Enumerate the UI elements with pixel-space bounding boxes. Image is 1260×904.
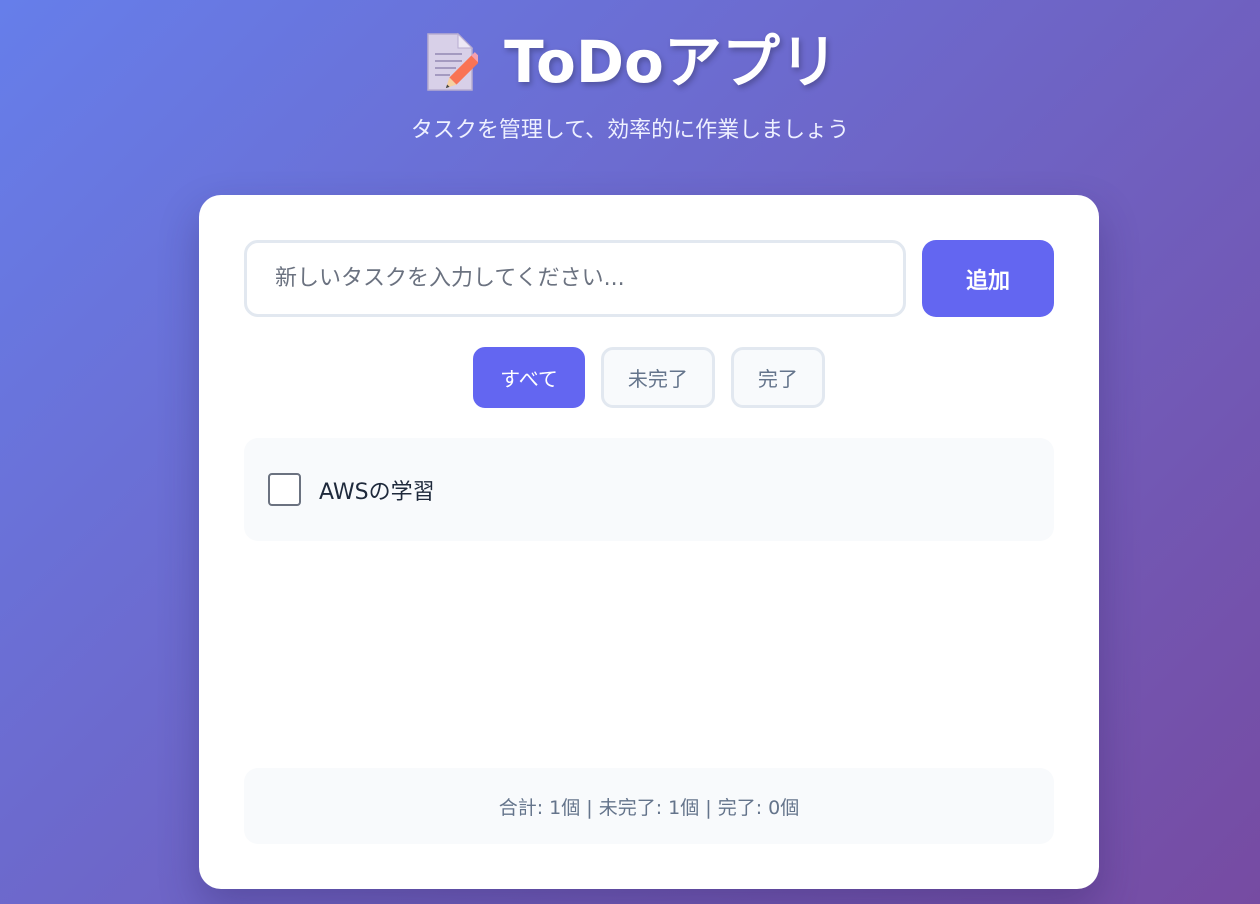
filter-incomplete-button[interactable]: 未完了 <box>600 347 715 408</box>
memo-icon <box>422 30 483 94</box>
filter-group: すべて 未完了 完了 <box>199 347 1099 408</box>
todo-checkbox[interactable] <box>268 473 301 506</box>
add-button[interactable]: 追加 <box>922 240 1054 317</box>
filter-completed-button[interactable]: 完了 <box>730 347 825 408</box>
todo-item: AWSの学習 <box>244 438 1054 541</box>
title-row: ToDoアプリ <box>0 24 1260 100</box>
todo-text: AWSの学習 <box>319 479 435 505</box>
task-input[interactable] <box>244 240 906 317</box>
stats-bar: 合計: 1個 | 未完了: 1個 | 完了: 0個 <box>244 768 1054 844</box>
page-title: ToDoアプリ <box>504 28 838 96</box>
todo-list: AWSの学習 <box>244 438 1054 541</box>
input-row: 追加 <box>244 240 1054 317</box>
filter-all-button[interactable]: すべて <box>473 347 585 408</box>
todo-card: 追加 すべて 未完了 完了 AWSの学習 合計: 1個 | 未完了: 1個 | … <box>199 195 1099 889</box>
page-subtitle: タスクを管理して、効率的に作業しましょう <box>410 118 850 143</box>
app-header: ToDoアプリ タスクを管理して、効率的に作業しましょう <box>0 24 1260 146</box>
